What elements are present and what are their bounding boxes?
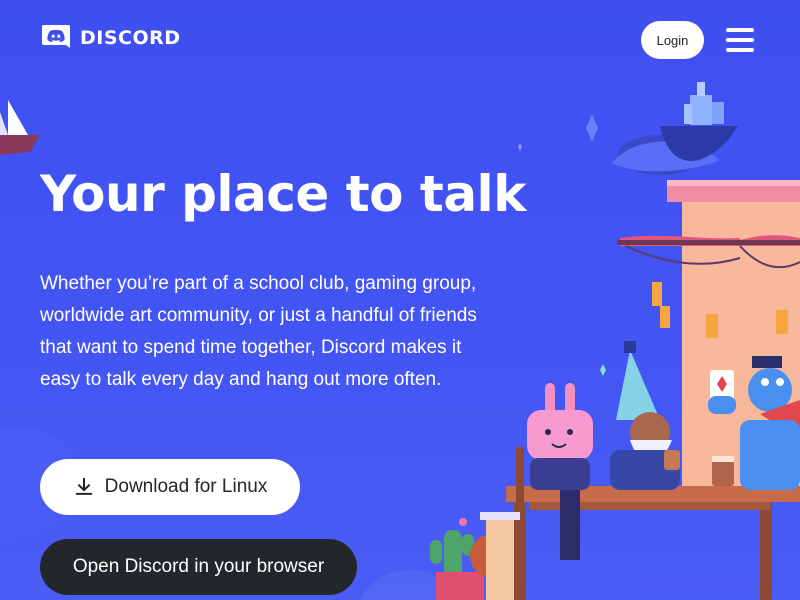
wizard-character-illustration bbox=[610, 341, 680, 490]
login-button[interactable]: Login bbox=[641, 21, 704, 59]
discord-logo-icon bbox=[42, 25, 70, 48]
hero-description: Whether you’re part of a school club, ga… bbox=[40, 273, 477, 390]
bunny-character-illustration bbox=[516, 383, 593, 560]
download-linux-button[interactable]: Download for Linux bbox=[40, 459, 300, 515]
floating-castle-illustration bbox=[612, 82, 738, 175]
cactus-illustration bbox=[430, 512, 520, 600]
ship-illustration bbox=[0, 100, 40, 155]
hamburger-menu-icon[interactable] bbox=[726, 28, 754, 52]
download-icon bbox=[75, 477, 93, 495]
open-in-browser-button[interactable]: Open Discord in your browser bbox=[40, 539, 357, 595]
table-illustration bbox=[506, 486, 800, 600]
logo-wordmark: DISCORD bbox=[80, 27, 181, 49]
download-label: Download for Linux bbox=[104, 476, 268, 497]
page-title: Your place to talk bbox=[40, 165, 526, 223]
discord-logo[interactable]: DISCORD bbox=[40, 22, 181, 54]
